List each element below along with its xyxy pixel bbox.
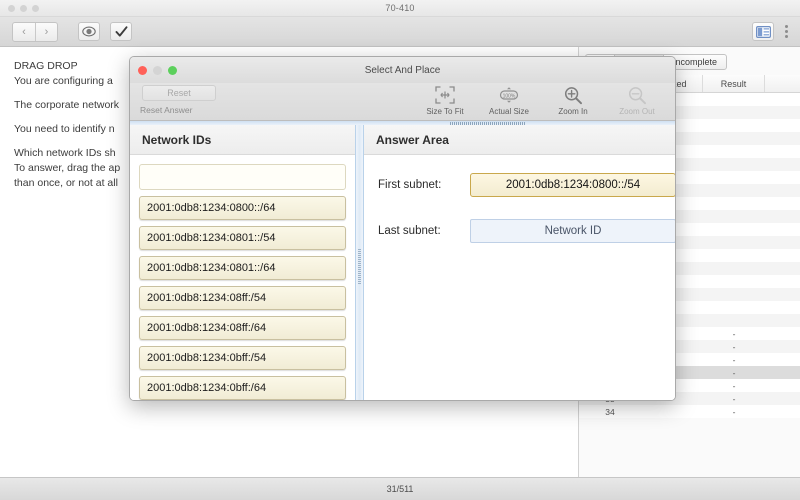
network-ids-pane: Network IDs 2001:0db8:1234:0800::/64 2001… [130, 125, 356, 400]
zoom-in-icon [541, 83, 605, 107]
window-title: 70-410 [385, 3, 415, 13]
kebab-menu-icon [785, 30, 788, 33]
row-result: - [732, 380, 736, 391]
window-titlebar: 70-410 [0, 0, 800, 17]
zoom-out-icon [605, 83, 669, 107]
overflow-menu-button[interactable] [781, 25, 792, 38]
actual-size-button[interactable]: 100% Actual Size [477, 83, 541, 116]
zoom-in-button[interactable]: Zoom In [541, 83, 605, 116]
zoom-out-button[interactable]: Zoom Out [605, 83, 669, 116]
row-result: - [732, 393, 736, 404]
navigation-segmented-control[interactable]: ‹ › [12, 21, 58, 42]
eye-icon [82, 26, 96, 37]
network-id-drag-item[interactable]: 2001:0db8:1234:08ff:/54 [139, 286, 346, 310]
actual-size-label: Actual Size [488, 107, 530, 116]
size-to-fit-button[interactable]: Size To Fit [413, 83, 477, 116]
dialog-titlebar: Select And Place [130, 57, 675, 83]
row-result: - [732, 328, 736, 339]
answer-row-last-subnet: Last subnet: Network ID [378, 219, 675, 243]
network-id-drag-item[interactable]: 2001:0db8:1234:08ff:/64 [139, 316, 346, 340]
checkmark-icon [115, 25, 127, 37]
question-progress-label: 31/511 [386, 484, 414, 494]
size-to-fit-label: Size To Fit [426, 107, 464, 116]
actual-size-icon: 100% [477, 83, 541, 107]
zoom-in-label: Zoom In [558, 107, 588, 116]
window-toolbar: ‹ › [0, 17, 800, 47]
zoom-out-label: Zoom Out [619, 107, 655, 116]
network-id-drag-item[interactable]: 2001:0db8:1234:0bff:/54 [139, 346, 346, 370]
select-and-place-dialog: Select And Place Reset Reset Answer Size… [129, 56, 676, 401]
row-result: - [732, 367, 736, 378]
check-answer-button[interactable] [110, 22, 132, 41]
dialog-title: Select And Place [364, 64, 441, 76]
splitter-grip-icon [358, 249, 361, 285]
row-number: 34 [605, 406, 615, 417]
chevron-right-icon: › [44, 25, 49, 38]
kebab-menu-icon [785, 25, 788, 28]
network-ids-title: Network IDs [130, 125, 355, 155]
answer-area-pane: Answer Area First subnet: 2001:0db8:1234… [363, 122, 675, 400]
reset-answer-label: Reset Answer [140, 105, 193, 115]
kebab-menu-icon [785, 35, 788, 38]
dialog-body: Network IDs 2001:0db8:1234:0800::/64 2001… [130, 121, 675, 400]
empty-drop-slot[interactable] [139, 164, 346, 190]
status-bar: 31/511 [0, 477, 800, 500]
first-subnet-dropzone[interactable]: 2001:0db8:1234:0800::/54 [470, 173, 675, 197]
horizontal-grip-icon[interactable] [450, 122, 525, 125]
vertical-splitter[interactable] [356, 125, 363, 400]
last-subnet-dropzone[interactable]: Network ID [470, 219, 675, 243]
network-id-drag-item[interactable]: 2001:0db8:1234:0800::/64 [139, 196, 346, 220]
sidebar-toggle-icon [755, 25, 771, 38]
dialog-toolbar: Reset Reset Answer Size To Fit 100% Actu… [130, 83, 675, 121]
last-subnet-label: Last subnet: [378, 225, 441, 237]
network-id-drag-item[interactable]: 2001:0db8:1234:0801::/64 [139, 256, 346, 280]
app-root: 70-410 ‹ › DRAG DROP You are configuring… [0, 0, 800, 500]
sidebar-toggle-button[interactable] [752, 22, 774, 41]
size-to-fit-icon [413, 83, 477, 107]
preview-button[interactable] [78, 22, 100, 41]
network-id-drag-item[interactable]: 2001:0db8:1234:0bff:/64 [139, 376, 346, 400]
network-id-drag-list[interactable]: 2001:0db8:1234:0800::/642001:0db8:1234:0… [130, 196, 355, 400]
back-button[interactable]: ‹ [13, 23, 35, 41]
first-subnet-label: First subnet: [378, 179, 442, 191]
question-list-row[interactable]: 34 - [579, 405, 800, 418]
toolbar-right-group [752, 22, 792, 41]
network-id-drag-item[interactable]: 2001:0db8:1234:0801::/54 [139, 226, 346, 250]
forward-button[interactable]: › [35, 22, 57, 41]
column-header-extra[interactable] [765, 75, 800, 92]
zoom-tool-group: Size To Fit 100% Actual Size Zoom In Zoo… [413, 83, 669, 116]
row-result: - [732, 406, 736, 417]
svg-text:100%: 100% [503, 94, 516, 100]
answer-rows: First subnet: 2001:0db8:1234:0800::/54 L… [364, 155, 675, 243]
answer-area-title: Answer Area [364, 125, 675, 155]
column-header-result[interactable]: Result [703, 75, 765, 92]
row-result: - [732, 341, 736, 352]
row-result: - [732, 354, 736, 365]
reset-button[interactable]: Reset [142, 85, 216, 101]
answer-row-first-subnet: First subnet: 2001:0db8:1234:0800::/54 [378, 173, 675, 197]
chevron-left-icon: ‹ [22, 25, 26, 38]
